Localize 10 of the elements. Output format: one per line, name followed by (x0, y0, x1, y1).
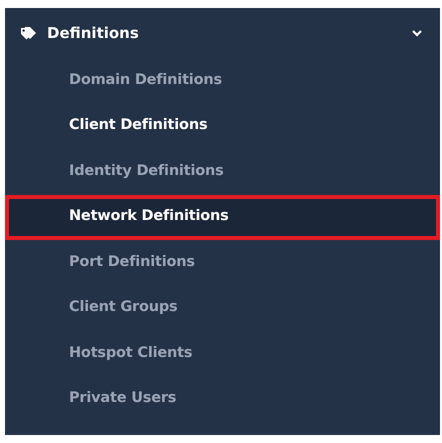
menu-item[interactable]: Port Definitions (5, 240, 440, 286)
menu-item[interactable]: Network Definitions (5, 194, 440, 240)
menu-item[interactable]: Private Users (5, 376, 440, 422)
menu-item[interactable]: Hotspot Clients (5, 331, 440, 376)
menu-item[interactable]: Client Groups (5, 286, 440, 331)
menu-item[interactable]: Client Definitions (5, 104, 440, 149)
menu-header[interactable]: Definitions (5, 8, 440, 58)
menu-item[interactable]: Domain Definitions (5, 58, 440, 104)
menu-item[interactable]: Identity Definitions (5, 149, 440, 194)
tag-icon (20, 26, 39, 40)
